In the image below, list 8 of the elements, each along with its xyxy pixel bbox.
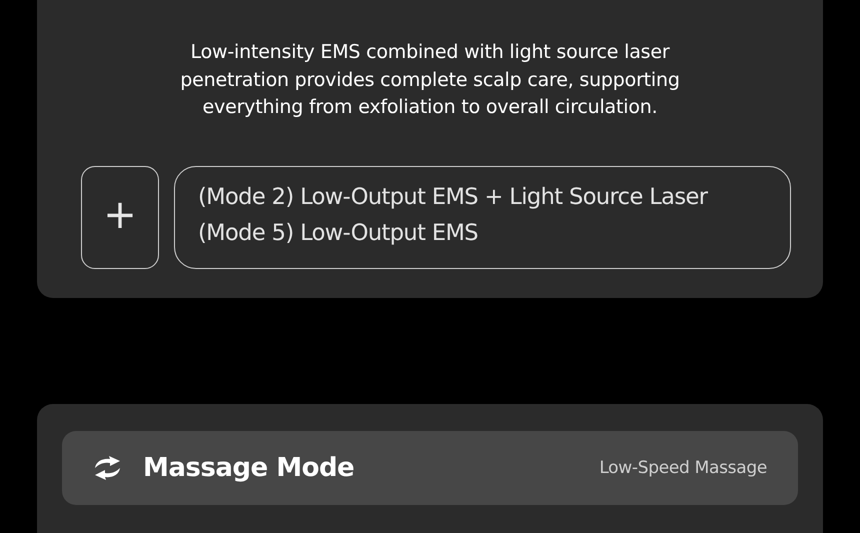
mode-label: (Mode 2) Low-Output EMS + Light Source Laser: [198, 182, 709, 212]
massage-mode-title: Massage Mode: [143, 453, 354, 483]
description-text: Low-intensity EMS combined with light source laser penetration provides complete scalp care, supporting everything from exfoliation to overall circulation.: [179, 40, 681, 120]
add-button[interactable]: +: [81, 166, 159, 268]
massage-mode-row[interactable]: Massage Mode Low-Speed Massage: [62, 431, 798, 505]
mode-label: (Mode 5) Low-Output EMS: [198, 218, 479, 248]
swap-arrows-icon: [92, 456, 123, 480]
massage-mode-value: Low-Speed Massage: [599, 458, 767, 478]
